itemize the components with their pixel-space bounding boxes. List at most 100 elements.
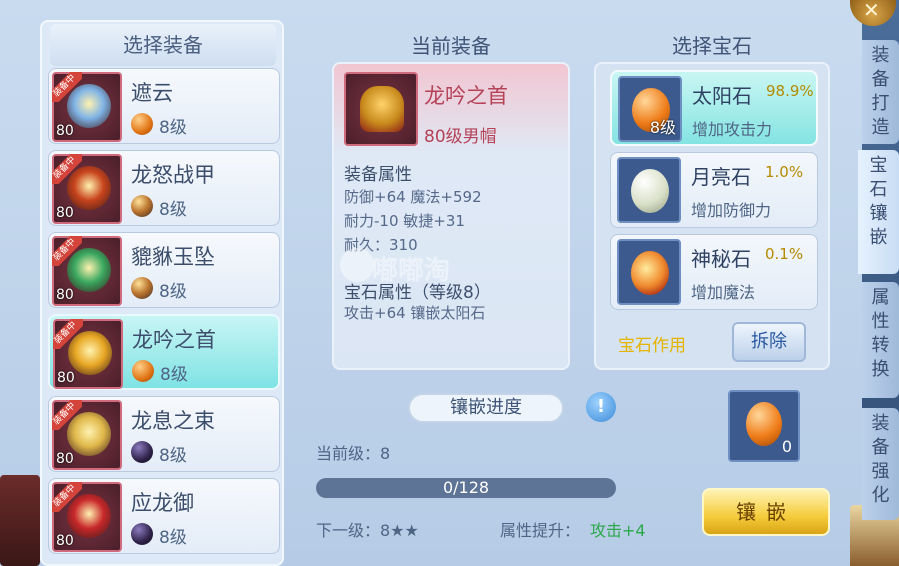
info-icon[interactable]: !: [586, 392, 616, 422]
watermark: 嘟嘟淘: [372, 256, 451, 286]
equipped-badge-text: 装备中: [52, 482, 82, 512]
slot-count: 0: [781, 437, 792, 456]
equipped-badge: 装备中: [52, 72, 82, 102]
gem-option-name: 太阳石: [692, 84, 752, 108]
equipped-badge-text: 装备中: [52, 400, 82, 430]
flag-decoration: [0, 475, 40, 566]
gem-level: 8级: [159, 446, 187, 466]
moon-stone-icon: [631, 169, 669, 213]
side-tab[interactable]: 属 性 转 换: [862, 282, 899, 398]
gem-option-level: 8级: [649, 118, 676, 137]
equipped-badge-text: 装备中: [52, 236, 82, 266]
gem-icon: [131, 523, 153, 545]
equipped-badge-text: 装备中: [52, 154, 82, 184]
close-icon: ✕: [863, 0, 880, 22]
inlay-button[interactable]: 镶嵌: [702, 488, 830, 536]
gem-icon: [131, 441, 153, 463]
sun-stone-icon: [746, 402, 782, 446]
equipment-name: 龙吟之首: [132, 328, 216, 352]
equipped-badge: 装备中: [52, 154, 82, 184]
equipped-badge: 装备中: [52, 400, 82, 430]
equipment-level: 80: [56, 533, 74, 549]
gem-effect-link[interactable]: 宝石作用: [618, 331, 686, 356]
watermark-logo-icon: [340, 248, 374, 282]
inlay-progress-label: 镶嵌进度: [408, 393, 564, 423]
remove-button[interactable]: 拆除: [732, 322, 806, 362]
next-level-text: 下一级：8★★: [316, 521, 419, 540]
gem-option-name: 神秘石: [691, 247, 751, 271]
gem-slot[interactable]: 0: [728, 390, 800, 462]
side-tab-label: 装 备 打 造: [871, 45, 890, 138]
helmet-icon: [344, 72, 418, 146]
equipment-icon: 装备中 80: [52, 154, 122, 224]
current-equipment-panel: 龙吟之首 80级男帽 装备属性 防御+64 魔法+592 耐力-10 敏捷+31…: [332, 62, 570, 370]
equipment-name: 应龙御: [131, 491, 194, 515]
equipment-attr-line: 防御+64 魔法+592: [344, 188, 482, 206]
side-tab-label: 宝 石 镶 嵌: [869, 155, 888, 248]
equipment-attr-heading: 装备属性: [344, 165, 412, 185]
select-gem-title: 选择宝石: [672, 34, 752, 58]
equipment-item[interactable]: 装备中 80 应龙御 8级: [48, 478, 280, 554]
equipment-item[interactable]: 装备中 80 遮云 8级: [48, 68, 280, 144]
equipment-name: 遮云: [131, 81, 173, 105]
gem-option[interactable]: 月亮石 1.0% 增加防御力: [610, 152, 818, 228]
equipped-badge-text: 装备中: [52, 72, 82, 102]
side-tab[interactable]: 装 备 打 造: [862, 40, 899, 144]
gem-option-percent: 0.1%: [765, 245, 804, 263]
side-tab[interactable]: 宝 石 镶 嵌: [858, 150, 899, 274]
equipment-icon: 装备中 80: [52, 482, 122, 552]
current-equipment-subtitle: 80级男帽: [424, 127, 497, 147]
current-equipment-title: 当前装备: [411, 34, 491, 58]
equipment-name: 龙息之束: [131, 409, 215, 433]
gem-option-desc: 增加攻击力: [692, 120, 773, 139]
equipped-badge: 装备中: [52, 236, 82, 266]
bonus-label: 属性提升：: [500, 521, 581, 540]
equipped-badge-text: 装备中: [53, 319, 83, 349]
gem-option-percent: 1.0%: [765, 163, 804, 181]
gem-level: 8级: [159, 528, 187, 548]
gem-option[interactable]: 神秘石 0.1% 增加魔法: [610, 234, 818, 310]
equipped-badge: 装备中: [52, 482, 82, 512]
gem-level: 8级: [159, 118, 187, 138]
equipment-item[interactable]: 装备中 80 龙吟之首 8级: [48, 314, 280, 390]
current-level-text: 当前级：8: [316, 444, 391, 463]
gem-option[interactable]: 8级 太阳石 98.9% 增加攻击力: [610, 70, 818, 146]
equipment-name: 龙怒战甲: [131, 163, 215, 187]
gem-level: 8级: [159, 200, 187, 220]
equipment-level: 80: [56, 205, 74, 221]
gem-option-desc: 增加魔法: [691, 283, 756, 302]
equipment-level: 80: [56, 451, 74, 467]
gem-option-desc: 增加防御力: [691, 201, 772, 220]
gem-option-icon: [617, 157, 681, 223]
gem-attr-line: 攻击+64 镶嵌太阳石: [344, 304, 486, 322]
bonus-value: 攻击+4: [590, 521, 646, 540]
equipment-icon: 装备中 80: [52, 400, 122, 470]
equipment-list-title: 选择装备: [50, 24, 276, 66]
equipped-badge: 装备中: [53, 319, 83, 349]
gem-option-icon: [617, 239, 681, 305]
current-equipment-name: 龙吟之首: [424, 84, 508, 108]
side-tab-label: 属 性 转 换: [871, 287, 890, 380]
equipment-item[interactable]: 装备中 80 龙怒战甲 8级: [48, 150, 280, 226]
equipment-level: 80: [57, 370, 75, 386]
gem-icon: [131, 113, 153, 135]
equipment-icon: 装备中 80: [53, 319, 123, 389]
gem-option-name: 月亮石: [691, 165, 751, 189]
myst-stone-icon: [631, 251, 669, 295]
equipment-item[interactable]: 装备中 80 貔貅玉坠 8级: [48, 232, 280, 308]
equipment-item[interactable]: 装备中 80 龙息之束 8级: [48, 396, 280, 472]
gem-option-icon: 8级: [618, 76, 682, 142]
gem-icon: [131, 195, 153, 217]
equipment-icon: 装备中 80: [52, 72, 122, 142]
gem-level: 8级: [160, 365, 188, 385]
equipment-icon: 装备中 80: [52, 236, 122, 306]
equipment-attr-line: 耐力-10 敏捷+31: [344, 212, 465, 230]
gem-level: 8级: [159, 282, 187, 302]
gem-option-percent: 98.9%: [766, 82, 814, 100]
equipment-level: 80: [56, 123, 74, 139]
side-tab[interactable]: 装 备 强 化: [862, 408, 899, 520]
equipment-level: 80: [56, 287, 74, 303]
gem-icon: [132, 360, 154, 382]
equipment-name: 貔貅玉坠: [131, 245, 215, 269]
gem-icon: [131, 277, 153, 299]
